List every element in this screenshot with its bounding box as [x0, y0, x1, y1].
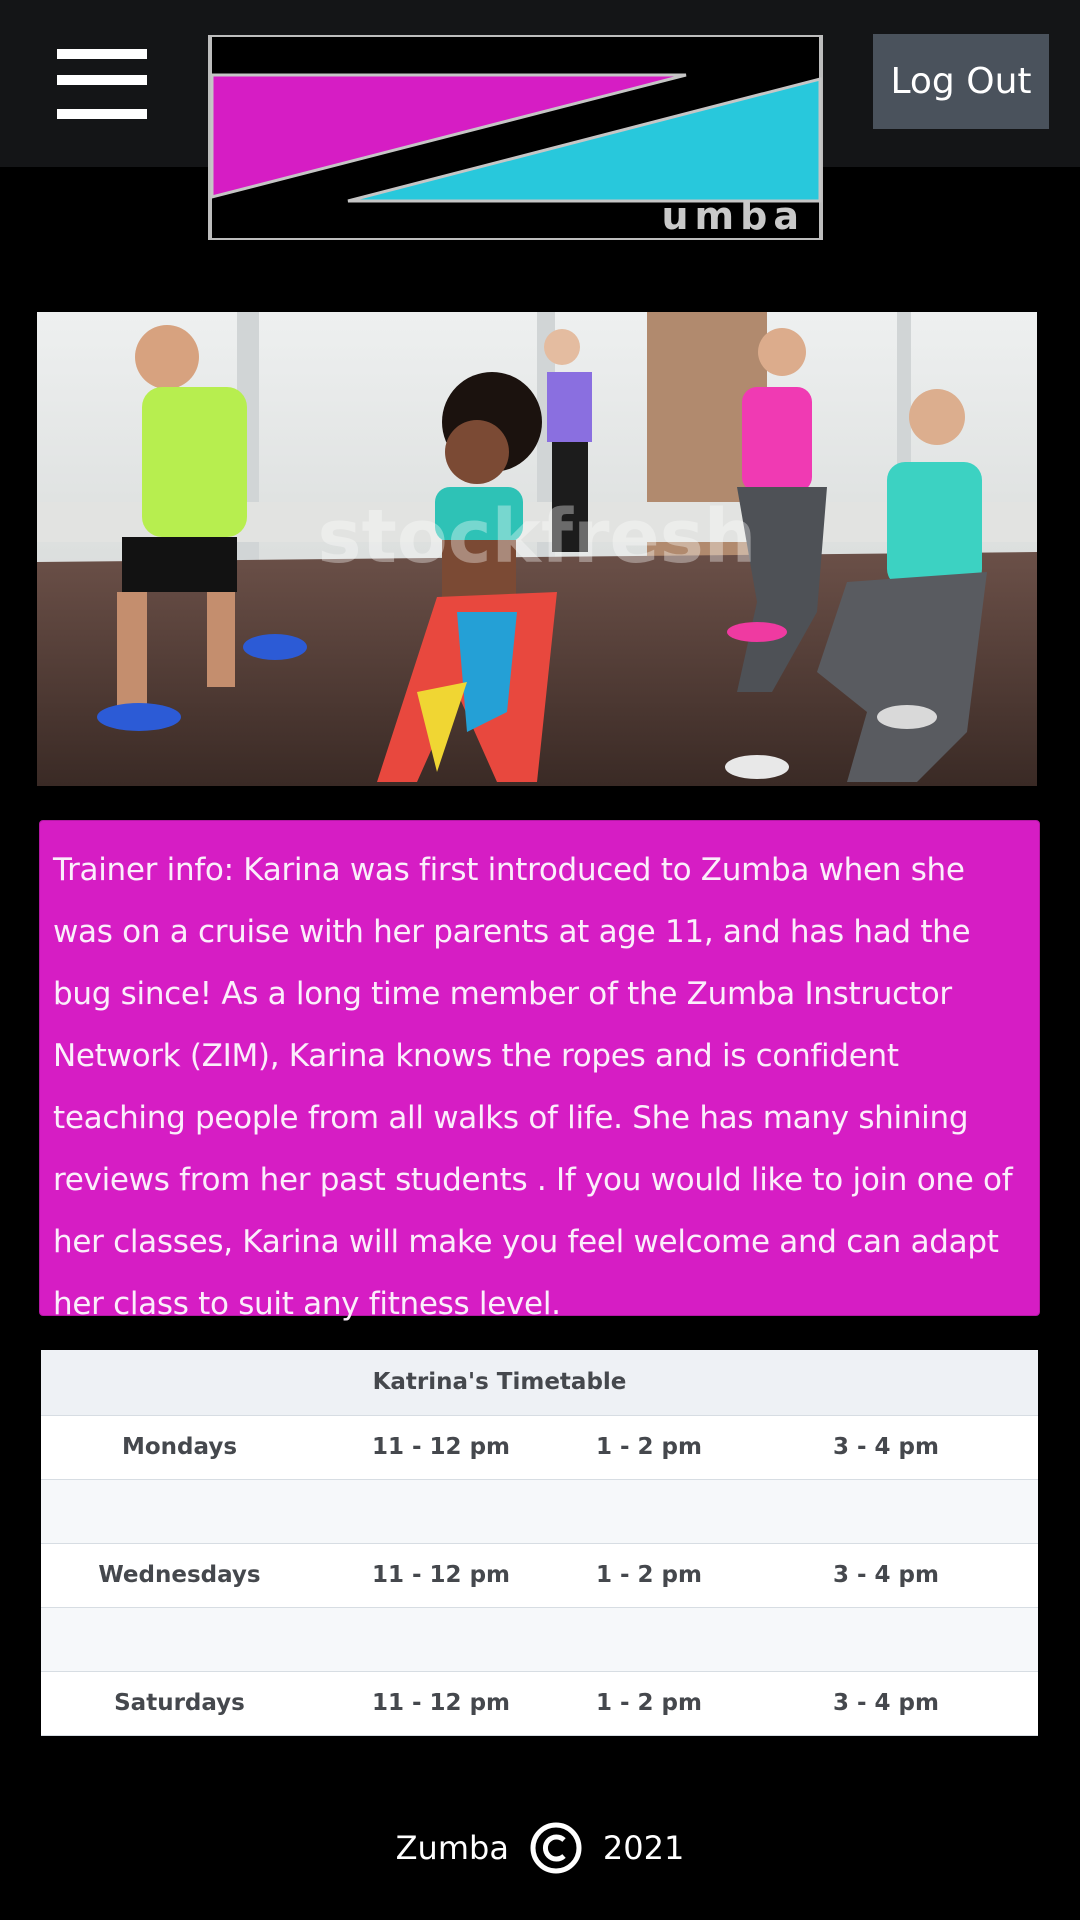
time-slot-cell: 11 - 12 pm	[371, 1562, 510, 1588]
hamburger-bar	[57, 75, 147, 85]
table-row	[41, 1479, 1038, 1543]
footer: Zumba 2021	[0, 1820, 1080, 1876]
logo-text: umba	[662, 194, 806, 238]
table-row: Mondays 11 - 12 pm 1 - 2 pm 3 - 4 pm	[41, 1415, 1038, 1479]
copyright-icon	[530, 1822, 582, 1874]
time-slot-cell: 11 - 12 pm	[371, 1690, 510, 1716]
day-cell	[41, 1607, 318, 1671]
hamburger-menu-icon[interactable]	[57, 49, 147, 119]
timetable-title: Katrina's Timetable	[41, 1350, 1038, 1416]
watermark-text: stockfresh	[318, 494, 757, 580]
time-slot-cell: 3 - 4 pm	[832, 1690, 939, 1716]
time-slot-cell: 3 - 4 pm	[832, 1434, 939, 1460]
time-slot-cell	[564, 1479, 734, 1543]
footer-year: 2021	[602, 1829, 685, 1867]
day-cell	[41, 1479, 318, 1543]
hero-image: stockfresh	[37, 312, 1037, 786]
table-row: Wednesdays 11 - 12 pm 1 - 2 pm 3 - 4 pm	[41, 1543, 1038, 1607]
time-slot-cell	[318, 1607, 564, 1671]
time-slot-cell: 1 - 2 pm	[595, 1434, 702, 1460]
day-cell: Saturdays	[114, 1690, 245, 1716]
hamburger-bar	[57, 49, 147, 59]
trainer-info-text: Trainer info: Karina was first introduce…	[53, 852, 1013, 1322]
trainer-info-card: Trainer info: Karina was first introduce…	[39, 820, 1040, 1322]
time-slot-cell: 3 - 4 pm	[832, 1562, 939, 1588]
time-slot-cell: 11 - 12 pm	[371, 1434, 510, 1460]
zumba-logo[interactable]: umba	[208, 35, 823, 240]
timetable: Katrina's Timetable Mondays 11 - 12 pm 1…	[41, 1350, 1038, 1736]
footer-brand: Zumba	[395, 1829, 509, 1867]
time-slot-cell	[734, 1607, 1038, 1671]
table-row: Saturdays 11 - 12 pm 1 - 2 pm 3 - 4 pm	[41, 1671, 1038, 1735]
time-slot-cell	[318, 1479, 564, 1543]
hamburger-bar	[57, 109, 147, 119]
logout-button[interactable]: Log Out	[873, 34, 1049, 129]
day-cell: Wednesdays	[98, 1562, 261, 1588]
day-cell: Mondays	[121, 1434, 238, 1460]
time-slot-cell: 1 - 2 pm	[595, 1562, 702, 1588]
time-slot-cell	[564, 1607, 734, 1671]
table-row	[41, 1607, 1038, 1671]
time-slot-cell: 1 - 2 pm	[595, 1690, 702, 1716]
time-slot-cell	[734, 1479, 1038, 1543]
